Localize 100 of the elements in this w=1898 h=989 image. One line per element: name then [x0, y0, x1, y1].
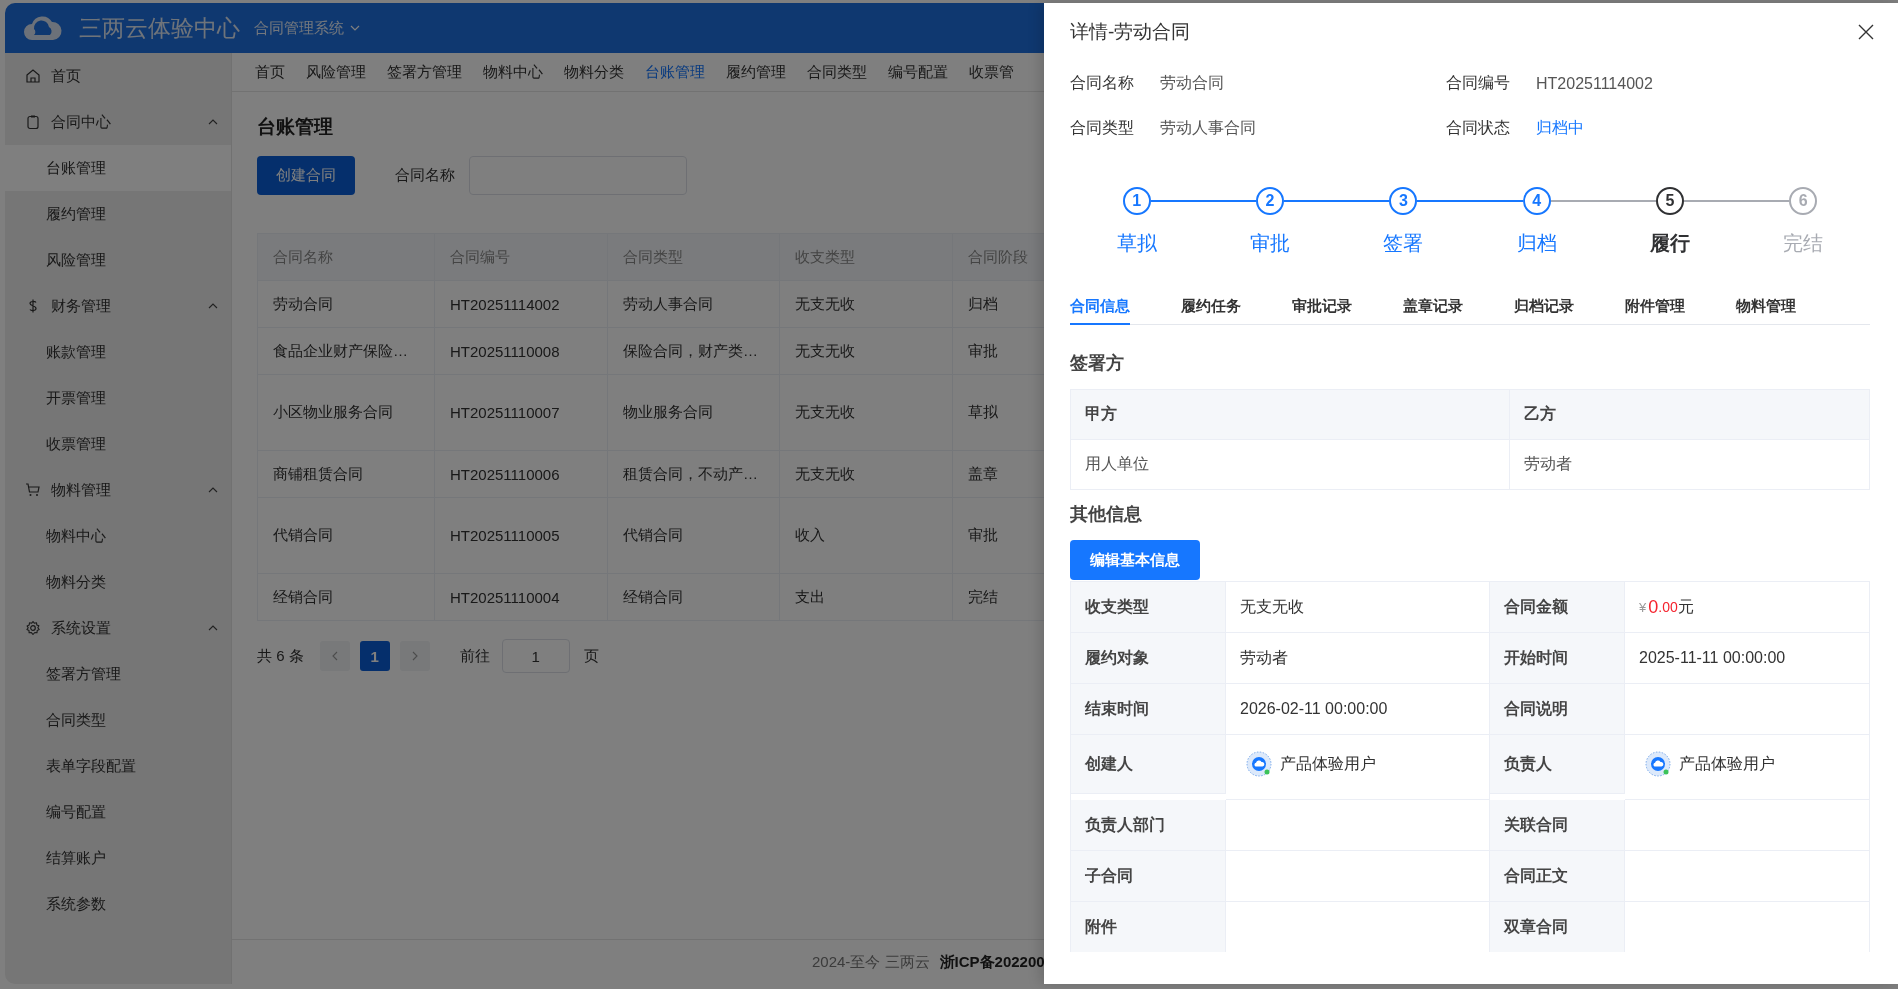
user-name: 产品体验用户: [1280, 753, 1376, 774]
amount-value: ¥0.00元: [1625, 582, 1870, 633]
close-button[interactable]: [1856, 22, 1876, 42]
step-label: 履行: [1649, 231, 1690, 256]
nav-tab[interactable]: 编号配置: [877, 62, 958, 82]
field-label: 合同名称: [1070, 73, 1135, 93]
nav-tab[interactable]: 合同类型: [796, 62, 877, 82]
field-label: 履约对象: [1071, 633, 1226, 684]
sidebar-item[interactable]: 签署方管理: [5, 651, 231, 697]
sidebar-item[interactable]: 编号配置: [5, 789, 231, 835]
prev-page-button[interactable]: [319, 641, 350, 671]
sidebar-item[interactable]: 合同中心: [5, 99, 231, 145]
nav-tab[interactable]: 收票管: [958, 62, 1024, 82]
create-button[interactable]: 创建合同: [257, 156, 355, 195]
user-name: 产品体验用户: [1679, 753, 1775, 774]
detail-tab[interactable]: 物料管理: [1736, 289, 1796, 325]
page-button[interactable]: 1: [359, 641, 390, 671]
sidebar-item[interactable]: 系统参数: [5, 881, 231, 927]
page-input[interactable]: 1: [501, 639, 570, 673]
table-cell: 物业服务合同: [607, 374, 780, 451]
nav-tab[interactable]: 风险管理: [295, 62, 376, 82]
sidebar-item[interactable]: 首页: [5, 53, 231, 99]
nav-tab[interactable]: 履约管理: [715, 62, 796, 82]
field-label: 负责人部门: [1071, 800, 1226, 851]
field-label: 合同说明: [1490, 684, 1625, 735]
sidebar-item[interactable]: 系统设置: [5, 605, 231, 651]
nav-tab[interactable]: 物料分类: [553, 62, 634, 82]
sidebar-item[interactable]: 合同类型: [5, 697, 231, 743]
sidebar-item[interactable]: 物料管理: [5, 467, 231, 513]
field-label: 双章合同: [1490, 902, 1625, 952]
sidebar-item[interactable]: 结算账户: [5, 835, 231, 881]
table-cell: 劳动者: [1510, 440, 1870, 490]
sidebar-item[interactable]: 台账管理: [5, 145, 231, 191]
next-page-button[interactable]: [399, 641, 430, 671]
detail-tab[interactable]: 归档记录: [1514, 289, 1574, 325]
sidebar-item[interactable]: 财务管理: [5, 283, 231, 329]
goto-label: 前往: [459, 646, 490, 666]
table-cell: HT20251110005: [434, 497, 608, 574]
table-cell: 支出: [779, 573, 953, 621]
table-cell: 收入: [779, 497, 953, 574]
table-cell: 代销合同: [607, 497, 780, 574]
step-number: 2: [1256, 187, 1284, 215]
chevron-icon: [208, 487, 218, 493]
table-cell: HT20251110006: [434, 450, 608, 498]
column-header: 甲方: [1071, 390, 1510, 440]
section-heading: 签署方: [1070, 352, 1125, 375]
filter-label: 合同名称: [395, 166, 455, 185]
app-title: 三两云体验中心: [79, 13, 240, 43]
table-cell: 无支无收: [779, 374, 953, 451]
detail-tab[interactable]: 审批记录: [1292, 289, 1352, 325]
table-cell: 小区物业服务合同: [257, 374, 435, 451]
sidebar-item[interactable]: 物料中心: [5, 513, 231, 559]
field-label: 创建人: [1071, 735, 1226, 794]
field-label: 开始时间: [1490, 633, 1625, 684]
sidebar-item[interactable]: 风险管理: [5, 237, 231, 283]
step-label: 草拟: [1116, 231, 1157, 256]
table-cell: HT20251110007: [434, 374, 608, 451]
detail-tab[interactable]: 履约任务: [1181, 289, 1241, 325]
chevron-right-icon: [411, 651, 418, 661]
sidebar-item[interactable]: 开票管理: [5, 375, 231, 421]
system-dropdown[interactable]: 合同管理系统: [254, 18, 360, 38]
detail-tab[interactable]: 附件管理: [1625, 289, 1685, 325]
chevron-icon: [208, 625, 218, 631]
nav-tab[interactable]: 签署方管理: [376, 62, 472, 82]
nav-tab[interactable]: 台账管理: [634, 62, 715, 82]
nav-tab[interactable]: 首页: [244, 62, 295, 82]
table-cell: 食品企业财产保险…: [257, 327, 435, 375]
field-label: 收支类型: [1071, 582, 1226, 633]
icp-link[interactable]: 浙ICP备202200: [939, 952, 1045, 972]
detail-tab[interactable]: 合同信息: [1070, 289, 1130, 325]
sidebar-item[interactable]: 表单字段配置: [5, 743, 231, 789]
step-number: 4: [1522, 187, 1551, 215]
drawer-title: 详情-劳动合同: [1070, 20, 1191, 44]
table-cell: 保险合同，财产类…: [607, 327, 780, 375]
sidebar-item[interactable]: 账款管理: [5, 329, 231, 375]
caret-icon: [350, 25, 360, 31]
cart-icon: [25, 482, 41, 498]
sidebar-item[interactable]: 物料分类: [5, 559, 231, 605]
edit-button[interactable]: 编辑基本信息: [1070, 540, 1200, 580]
step-label: 签署: [1383, 231, 1424, 256]
sidebar-item[interactable]: 履约管理: [5, 191, 231, 237]
field-value: HT20251114002: [1536, 74, 1653, 93]
step-number: 3: [1389, 187, 1418, 215]
table-cell: 用人单位: [1071, 440, 1510, 490]
table-cell: 无支无收: [779, 327, 953, 375]
nav-tab[interactable]: 物料中心: [472, 62, 553, 82]
table-cell: 代销合同: [257, 497, 435, 574]
detail-tab[interactable]: 盖章记录: [1403, 289, 1463, 325]
step-number: 6: [1789, 187, 1818, 215]
column-header: 合同名称: [257, 233, 435, 281]
field-value: 归档中: [1536, 118, 1584, 138]
field-label: 关联合同: [1490, 800, 1625, 851]
field-label: 合同编号: [1446, 73, 1511, 93]
field-label: 合同金额: [1490, 582, 1625, 633]
sidebar-item[interactable]: 收票管理: [5, 421, 231, 467]
table-cell: 商铺租赁合同: [257, 450, 435, 498]
clipboard-icon: [25, 114, 41, 130]
field-label: 负责人: [1490, 735, 1625, 794]
field-label: 合同类型: [1070, 118, 1135, 138]
table-cell: 无支无收: [779, 450, 953, 498]
